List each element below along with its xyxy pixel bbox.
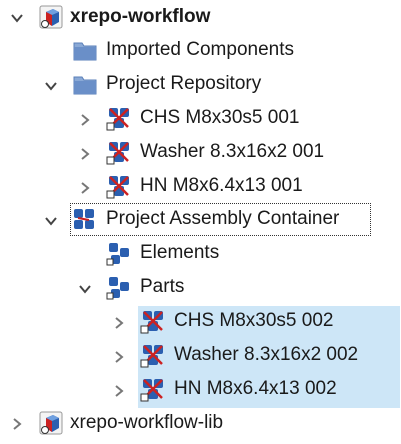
folder-icon: [72, 71, 98, 97]
elements-icon: [106, 240, 132, 266]
tree-node-label: Washer 8.3x16x2 001: [140, 141, 325, 162]
assembly-icon: [72, 206, 98, 232]
tree-node-label: CHS M8x30s5 002: [174, 310, 334, 331]
project-icon: [38, 410, 64, 436]
tree-node-label: Parts: [140, 276, 185, 297]
chevron-down-icon[interactable]: [78, 282, 92, 296]
component-icon: [140, 308, 166, 334]
tree-node-label: Washer 8.3x16x2 002: [174, 344, 359, 365]
chevron-right-icon[interactable]: [112, 384, 126, 398]
chevron-right-icon[interactable]: [78, 113, 92, 127]
tree-node-label: HN M8x6.4x13 001: [140, 175, 303, 196]
project-tree: xrepo-workflow Imported Components Proje…: [0, 0, 401, 444]
component-icon: [140, 342, 166, 368]
tree-node-label: Project Repository: [106, 73, 262, 94]
chevron-down-icon[interactable]: [44, 79, 58, 93]
component-icon: [140, 376, 166, 402]
project-icon: [38, 4, 64, 30]
tree-node-label: Imported Components: [106, 39, 294, 60]
component-icon: [106, 105, 132, 131]
chevron-right-icon[interactable]: [78, 181, 92, 195]
parts-icon: [106, 274, 132, 300]
chevron-right-icon[interactable]: [112, 350, 126, 364]
tree-node-label: Project Assembly Container: [106, 208, 340, 229]
chevron-right-icon[interactable]: [112, 316, 126, 330]
folder-icon: [72, 37, 98, 63]
tree-node-label: Elements: [140, 242, 220, 263]
tree-node-label: xrepo-workflow: [70, 6, 211, 27]
chevron-down-icon[interactable]: [10, 11, 24, 25]
tree-node-label: CHS M8x30s5 001: [140, 107, 300, 128]
component-icon: [106, 139, 132, 165]
component-icon: [106, 173, 132, 199]
tree-node-label: xrepo-workflow-lib: [70, 412, 224, 433]
chevron-right-icon[interactable]: [78, 147, 92, 161]
chevron-right-icon[interactable]: [10, 417, 24, 431]
chevron-down-icon[interactable]: [44, 214, 58, 228]
tree-node-label: HN M8x6.4x13 002: [174, 378, 337, 399]
